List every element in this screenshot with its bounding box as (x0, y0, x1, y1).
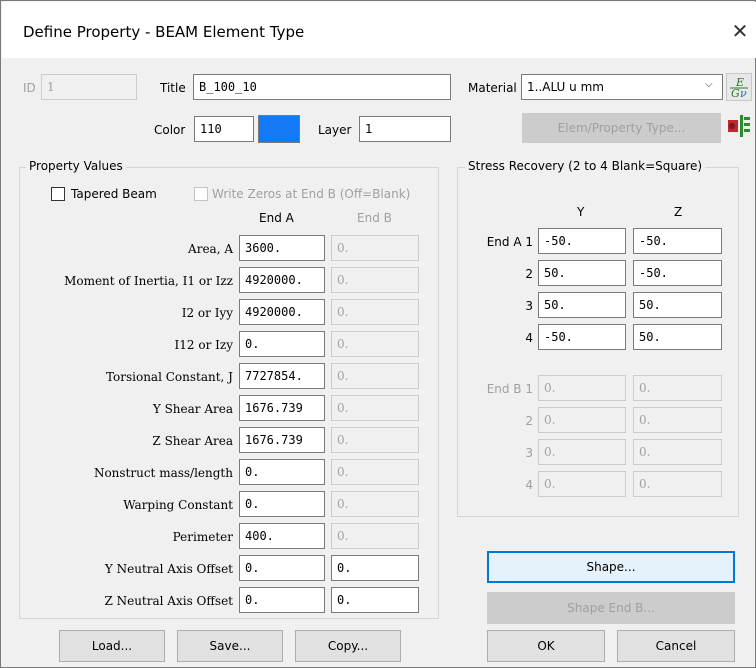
end-a-1-y-input[interactable]: -50. (538, 228, 626, 254)
close-icon[interactable]: ✕ (728, 21, 752, 45)
material-value: 1..ALU u mm (527, 80, 604, 94)
end-b-3-z-input: 0. (633, 439, 722, 465)
tapered-beam-checkbox[interactable] (51, 187, 65, 201)
torsional-constant-end-b-input: 0. (331, 363, 419, 389)
y-neutral-axis-offset-label: Y Neutral Axis Offset (104, 562, 233, 576)
end-a-4-z-input[interactable]: 50. (633, 324, 722, 350)
end-b-1-label: End B 1 (486, 382, 533, 396)
element-type-icon[interactable] (726, 112, 752, 140)
material-editor-icon[interactable]: E G ν (726, 73, 752, 101)
end-a-2-z-input[interactable]: -50. (633, 260, 722, 286)
i2-iyy-end-a-input[interactable]: 4920000. (239, 299, 325, 325)
chevron-down-icon[interactable]: ⌵ (705, 79, 713, 90)
z-shear-area-end-b-input: 0. (331, 427, 419, 453)
end-a-3-label: 3 (525, 299, 533, 313)
end-b-1-y-input: 0. (538, 375, 626, 401)
y-neutral-axis-offset-end-a-input[interactable]: 0. (239, 555, 325, 581)
nonstruct-mass-end-b-input: 0. (331, 459, 419, 485)
shape-button[interactable]: Shape... (487, 551, 735, 583)
stress-recovery-title: Stress Recovery (2 to 4 Blank=Square) (465, 159, 706, 173)
color-swatch-button[interactable] (258, 115, 300, 143)
z-shear-area-label: Z Shear Area (152, 434, 233, 448)
write-zeros-checkbox[interactable] (194, 187, 208, 201)
end-a-3-y-input[interactable]: 50. (538, 292, 626, 318)
moment-of-inertia-label: Moment of Inertia, I1 or Izz (64, 274, 233, 288)
end-a-1-z-input[interactable]: -50. (633, 228, 722, 254)
stress-y-header: Y (577, 205, 585, 219)
title-input[interactable]: B_100_10 (193, 74, 451, 100)
color-input[interactable]: 110 (194, 116, 254, 142)
i12-izy-end-b-input: 0. (331, 331, 419, 357)
property-values-title: Property Values (26, 159, 126, 173)
nonstruct-mass-end-a-input[interactable]: 0. (239, 459, 325, 485)
end-a-2-label: 2 (525, 267, 533, 281)
define-property-dialog: Define Property - BEAM Element Type ✕ ID… (0, 0, 756, 668)
material-select[interactable]: 1..ALU u mm (521, 74, 723, 100)
elem-property-type-button[interactable]: Elem/Property Type... (522, 113, 721, 143)
moment-of-inertia-end-b-input: 0. (331, 267, 419, 293)
end-b-4-y-input: 0. (538, 471, 626, 497)
area-label: Area, A (188, 242, 233, 256)
ok-button[interactable]: OK (487, 630, 605, 662)
warping-constant-label: Warping Constant (123, 498, 233, 512)
end-b-4-z-input: 0. (633, 471, 722, 497)
perimeter-end-b-input: 0. (331, 523, 419, 549)
end-a-4-y-input[interactable]: -50. (538, 324, 626, 350)
copy-button[interactable]: Copy... (295, 630, 401, 662)
layer-input[interactable]: 1 (359, 116, 451, 142)
end-b-2-y-input: 0. (538, 407, 626, 433)
torsional-constant-label: Torsional Constant, J (105, 370, 233, 384)
i12-izy-end-a-input[interactable]: 0. (239, 331, 325, 357)
end-a-2-y-input[interactable]: 50. (538, 260, 626, 286)
window-title: Define Property - BEAM Element Type (23, 23, 305, 41)
end-a-3-z-input[interactable]: 50. (633, 292, 722, 318)
title-label: Title (160, 81, 186, 95)
nonstruct-mass-label: Nonstruct mass/length (93, 466, 233, 480)
warping-constant-end-b-input: 0. (331, 491, 419, 517)
torsional-constant-end-a-input[interactable]: 7727854. (239, 363, 325, 389)
id-field: 1 (41, 74, 137, 100)
i12-izy-label: I12 or Izy (174, 338, 233, 352)
end-b-3-y-input: 0. (538, 439, 626, 465)
warping-constant-end-a-input[interactable]: 0. (239, 491, 325, 517)
y-shear-area-end-a-input[interactable]: 1676.739 (239, 395, 325, 421)
z-shear-area-end-a-input[interactable]: 1676.739 (239, 427, 325, 453)
end-b-3-label: 3 (525, 446, 533, 460)
perimeter-label: Perimeter (172, 530, 233, 544)
i2-iyy-label: I2 or Iyy (181, 306, 233, 320)
svg-text:G: G (731, 87, 740, 100)
area-end-a-input[interactable]: 3600. (239, 235, 325, 261)
save-button[interactable]: Save... (177, 630, 283, 662)
perimeter-end-a-input[interactable]: 400. (239, 523, 325, 549)
tapered-beam-label: Tapered Beam (71, 187, 157, 201)
y-neutral-axis-offset-end-b-input[interactable]: 0. (331, 555, 419, 581)
color-label: Color (154, 123, 186, 137)
z-neutral-axis-offset-end-b-input[interactable]: 0. (331, 587, 419, 613)
area-end-b-input: 0. (331, 235, 419, 261)
end-b-4-label: 4 (525, 478, 533, 492)
end-b-2-label: 2 (525, 414, 533, 428)
load-button[interactable]: Load... (59, 630, 165, 662)
z-neutral-axis-offset-label: Z Neutral Axis Offset (104, 594, 233, 608)
moment-of-inertia-end-a-input[interactable]: 4920000. (239, 267, 325, 293)
end-b-2-z-input: 0. (633, 407, 722, 433)
end-a-1-label: End A 1 (486, 235, 533, 249)
cancel-button[interactable]: Cancel (617, 630, 735, 662)
shape-end-b-button[interactable]: Shape End B... (487, 592, 735, 624)
y-shear-area-end-b-input: 0. (331, 395, 419, 421)
material-label: Material (468, 81, 517, 95)
layer-label: Layer (318, 123, 352, 137)
stress-z-header: Z (674, 205, 683, 219)
id-label: ID (23, 81, 36, 95)
y-shear-area-label: Y Shear Area (152, 402, 233, 416)
i2-iyy-end-b-input: 0. (331, 299, 419, 325)
end-a-header: End A (259, 211, 294, 225)
write-zeros-label: Write Zeros at End B (Off=Blank) (212, 187, 411, 201)
end-b-header: End B (357, 211, 392, 225)
end-a-4-label: 4 (525, 331, 533, 345)
z-neutral-axis-offset-end-a-input[interactable]: 0. (239, 587, 325, 613)
end-b-1-z-input: 0. (633, 375, 722, 401)
svg-text:ν: ν (740, 87, 747, 100)
